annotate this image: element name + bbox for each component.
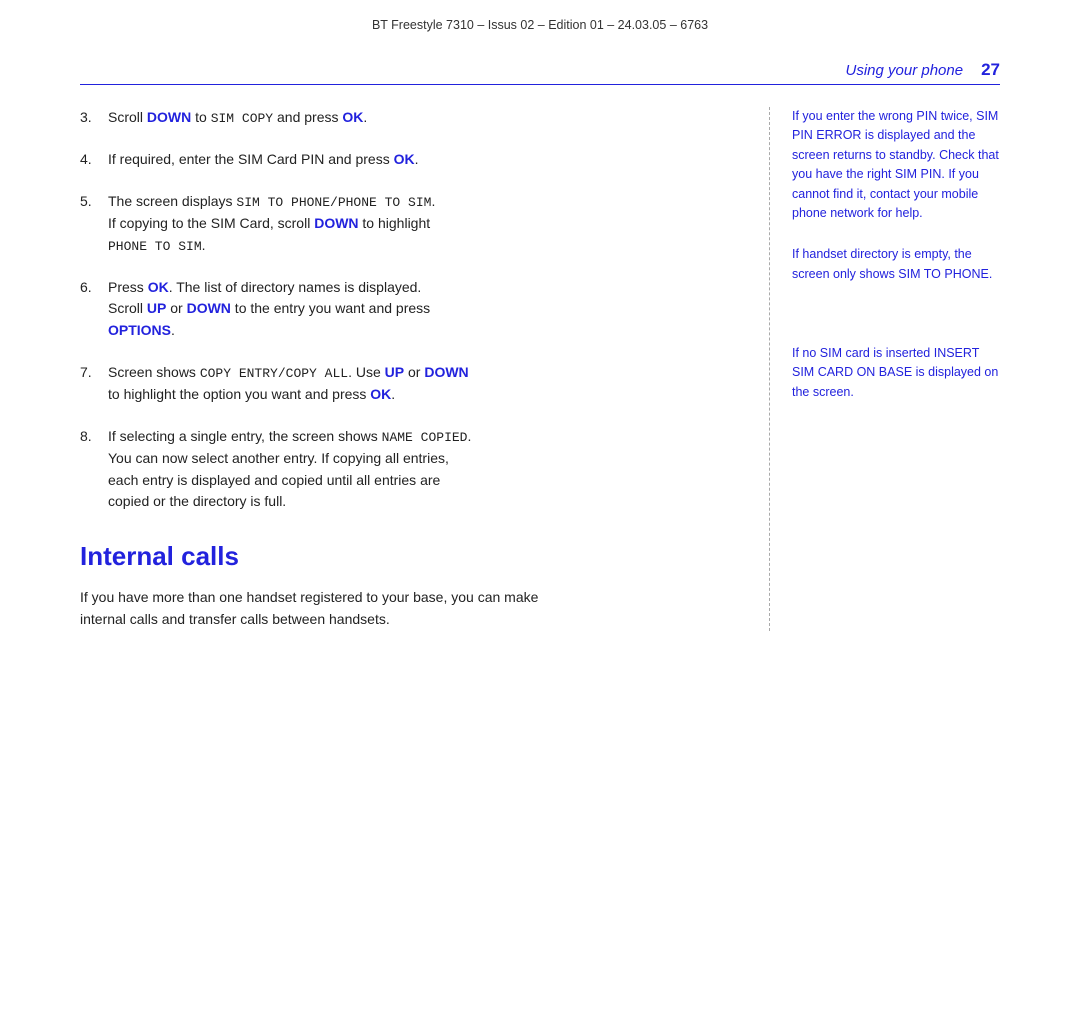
list-item: 4. If required, enter the SIM Card PIN a… bbox=[80, 149, 749, 171]
step-number: 4. bbox=[80, 149, 108, 171]
header-text: BT Freestyle 7310 – Issus 02 – Edition 0… bbox=[372, 18, 708, 32]
horizontal-rule bbox=[80, 84, 1000, 85]
mono-text: PHONE TO SIM bbox=[108, 239, 202, 254]
bold-ok: OK bbox=[148, 279, 169, 295]
step-number: 8. bbox=[80, 426, 108, 448]
right-note: If no SIM card is inserted INSERT SIM CA… bbox=[792, 344, 1000, 402]
mono-text: COPY ENTRY/COPY ALL bbox=[200, 366, 348, 381]
main-content: 3. Scroll DOWN to SIM COPY and press OK.… bbox=[0, 107, 1080, 631]
header-rule-area: Using your phone 27 bbox=[0, 42, 1080, 80]
page-nav-number: 27 bbox=[981, 60, 1000, 80]
bold-down: DOWN bbox=[187, 300, 231, 316]
bold-up: UP bbox=[385, 364, 404, 380]
bold-up: UP bbox=[147, 300, 166, 316]
right-note: If you enter the wrong PIN twice, SIM PI… bbox=[792, 107, 1000, 223]
step-number: 3. bbox=[80, 107, 108, 129]
page-container: BT Freestyle 7310 – Issus 02 – Edition 0… bbox=[0, 0, 1080, 1025]
mono-text: NAME COPIED bbox=[382, 430, 468, 445]
page-nav-title: Using your phone bbox=[846, 62, 964, 79]
bold-ok: OK bbox=[342, 109, 363, 125]
step-number: 5. bbox=[80, 191, 108, 213]
page-nav: Using your phone 27 bbox=[846, 60, 1001, 80]
bold-down: DOWN bbox=[147, 109, 191, 125]
step-number: 6. bbox=[80, 277, 108, 299]
page-header: BT Freestyle 7310 – Issus 02 – Edition 0… bbox=[0, 0, 1080, 42]
step-number: 7. bbox=[80, 362, 108, 384]
bold-down: DOWN bbox=[314, 215, 358, 231]
step-content: If selecting a single entry, the screen … bbox=[108, 426, 749, 513]
section-description: If you have more than one handset regist… bbox=[80, 586, 560, 631]
mono-text: SIM TO PHONE/PHONE TO SIM bbox=[236, 195, 431, 210]
section-title: Internal calls bbox=[80, 541, 749, 572]
bold-options: OPTIONS bbox=[108, 322, 171, 338]
step-content: If required, enter the SIM Card PIN and … bbox=[108, 149, 749, 171]
step-content: Scroll DOWN to SIM COPY and press OK. bbox=[108, 107, 749, 129]
list-item: 5. The screen displays SIM TO PHONE/PHON… bbox=[80, 191, 749, 257]
step-content: Press OK. The list of directory names is… bbox=[108, 277, 749, 342]
right-note: If handset directory is empty, the scree… bbox=[792, 245, 1000, 284]
bold-ok: OK bbox=[394, 151, 415, 167]
step-content: Screen shows COPY ENTRY/COPY ALL. Use UP… bbox=[108, 362, 749, 406]
list-item: 7. Screen shows COPY ENTRY/COPY ALL. Use… bbox=[80, 362, 749, 406]
mono-text: SIM COPY bbox=[211, 111, 273, 126]
right-column: If you enter the wrong PIN twice, SIM PI… bbox=[770, 107, 1000, 631]
list-item: 6. Press OK. The list of directory names… bbox=[80, 277, 749, 342]
bold-ok: OK bbox=[370, 386, 391, 402]
steps-list: 3. Scroll DOWN to SIM COPY and press OK.… bbox=[80, 107, 749, 513]
left-column: 3. Scroll DOWN to SIM COPY and press OK.… bbox=[80, 107, 770, 631]
bold-down: DOWN bbox=[424, 364, 468, 380]
list-item: 8. If selecting a single entry, the scre… bbox=[80, 426, 749, 513]
list-item: 3. Scroll DOWN to SIM COPY and press OK. bbox=[80, 107, 749, 129]
step-content: The screen displays SIM TO PHONE/PHONE T… bbox=[108, 191, 749, 257]
